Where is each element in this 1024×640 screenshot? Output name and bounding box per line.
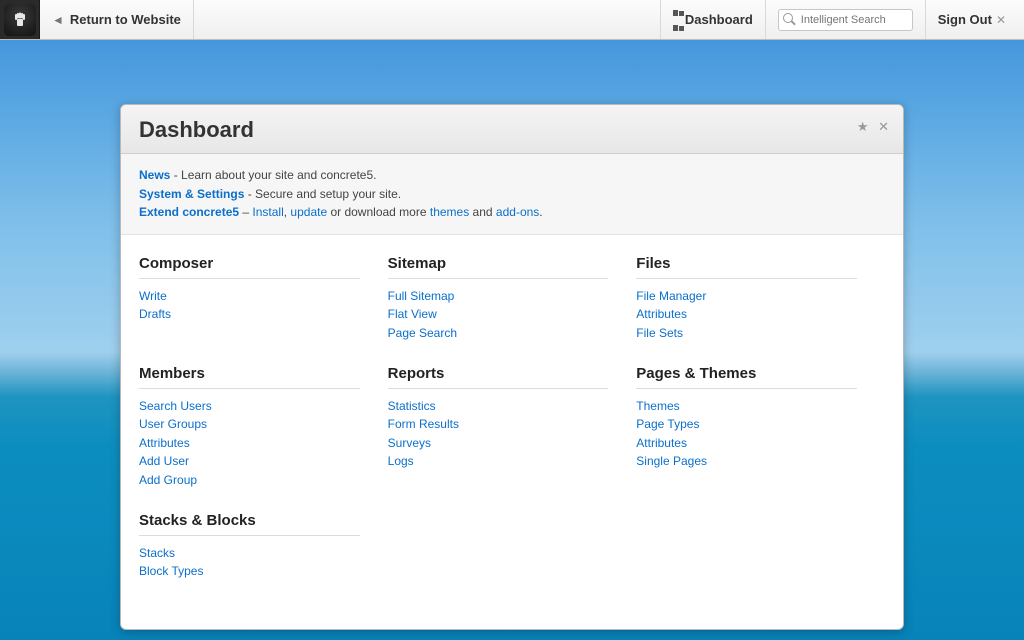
list-item: Attributes [636, 305, 857, 324]
list-item: Add Group [139, 471, 360, 490]
section-title: Sitemap [388, 255, 609, 279]
list-item: Logs [388, 452, 609, 471]
nav-link-write[interactable]: Write [139, 289, 167, 303]
dashboard-label: Dashboard [685, 12, 753, 27]
close-icon: ✕ [996, 13, 1006, 27]
nav-link-statistics[interactable]: Statistics [388, 399, 436, 413]
install-link[interactable]: Install [252, 205, 283, 219]
toolbar-spacer [194, 0, 660, 39]
return-to-website-link[interactable]: ◄ Return to Website [40, 0, 194, 39]
signout-label: Sign Out [938, 12, 992, 27]
news-link[interactable]: News [139, 168, 170, 182]
section-title: Reports [388, 365, 609, 389]
arrow-left-icon: ◄ [52, 13, 64, 27]
nav-link-add-group[interactable]: Add Group [139, 473, 197, 487]
panel-close-icon[interactable]: ✕ [878, 119, 889, 134]
intelligent-search-input[interactable] [778, 9, 913, 31]
nav-link-logs[interactable]: Logs [388, 454, 414, 468]
nav-link-attributes[interactable]: Attributes [636, 436, 687, 450]
nav-link-page-types[interactable]: Page Types [636, 417, 699, 431]
nav-link-file-manager[interactable]: File Manager [636, 289, 706, 303]
panel-body: Composer Write Drafts Sitemap Full Sitemap Fl… [121, 235, 903, 629]
dashboard-grid-icon [673, 5, 679, 35]
nav-link-user-groups[interactable]: User Groups [139, 417, 207, 431]
section-sitemap: Sitemap Full Sitemap Flat View Page Search [388, 255, 637, 343]
extend-concrete5-link[interactable]: Extend concrete5 [139, 205, 239, 219]
nav-link-add-user[interactable]: Add User [139, 454, 189, 468]
system-settings-link[interactable]: System & Settings [139, 187, 244, 201]
concrete5-logo-icon [4, 4, 36, 36]
addons-link[interactable]: add-ons [496, 205, 539, 219]
section-title: Files [636, 255, 857, 279]
list-item: Statistics [388, 397, 609, 416]
settings-text: - Secure and setup your site. [244, 187, 401, 201]
list-item: Block Types [139, 562, 360, 581]
search-cell [766, 0, 926, 39]
logo-cell[interactable] [0, 0, 40, 39]
section-composer: Composer Write Drafts [139, 255, 388, 343]
list-item: Page Types [636, 415, 857, 434]
nav-link-single-pages[interactable]: Single Pages [636, 454, 707, 468]
list-item: Form Results [388, 415, 609, 434]
nav-link-drafts[interactable]: Drafts [139, 307, 171, 321]
section-reports: Reports Statistics Form Results Surveys Logs [388, 365, 637, 490]
list-item: User Groups [139, 415, 360, 434]
news-text: - Learn about your site and concrete5. [170, 168, 376, 182]
themes-link[interactable]: themes [430, 205, 469, 219]
nav-link-block-types[interactable]: Block Types [139, 564, 203, 578]
favorite-star-icon[interactable]: ★ [857, 119, 869, 134]
list-item: Themes [636, 397, 857, 416]
list-item: Surveys [388, 434, 609, 453]
panel-subheader: News - Learn about your site and concret… [121, 154, 903, 235]
nav-link-stacks[interactable]: Stacks [139, 546, 175, 560]
nav-link-page-search[interactable]: Page Search [388, 326, 457, 340]
section-links: Stacks Block Types [139, 544, 360, 581]
section-title: Stacks & Blocks [139, 512, 360, 536]
list-item: Full Sitemap [388, 287, 609, 306]
section-files: Files File Manager Attributes File Sets [636, 255, 885, 343]
section-links: Statistics Form Results Surveys Logs [388, 397, 609, 471]
section-links: File Manager Attributes File Sets [636, 287, 857, 343]
section-stacks-blocks: Stacks & Blocks Stacks Block Types [139, 512, 388, 581]
section-links: Full Sitemap Flat View Page Search [388, 287, 609, 343]
top-toolbar: ◄ Return to Website Dashboard Sign Out ✕ [0, 0, 1024, 40]
panel-title: Dashboard [139, 117, 885, 143]
return-label: Return to Website [70, 12, 181, 27]
update-link[interactable]: update [290, 205, 327, 219]
list-item: Write [139, 287, 360, 306]
list-item: Add User [139, 452, 360, 471]
section-links: Write Drafts [139, 287, 360, 324]
dashboard-link[interactable]: Dashboard [660, 0, 766, 39]
list-item: Search Users [139, 397, 360, 416]
section-links: Search Users User Groups Attributes Add Use… [139, 397, 360, 490]
list-item: Page Search [388, 324, 609, 343]
section-title: Composer [139, 255, 360, 279]
search-icon [783, 13, 795, 25]
nav-link-themes[interactable]: Themes [636, 399, 679, 413]
list-item: Drafts [139, 305, 360, 324]
nav-link-file-sets[interactable]: File Sets [636, 326, 683, 340]
list-item: Single Pages [636, 452, 857, 471]
section-members: Members Search Users User Groups Attributes… [139, 365, 388, 490]
section-links: Themes Page Types Attributes Single Pages [636, 397, 857, 471]
list-item: Attributes [636, 434, 857, 453]
nav-link-attributes[interactable]: Attributes [139, 436, 190, 450]
nav-link-full-sitemap[interactable]: Full Sitemap [388, 289, 455, 303]
nav-link-attributes[interactable]: Attributes [636, 307, 687, 321]
nav-link-form-results[interactable]: Form Results [388, 417, 459, 431]
list-item: File Manager [636, 287, 857, 306]
list-item: Stacks [139, 544, 360, 563]
list-item: Attributes [139, 434, 360, 453]
section-title: Members [139, 365, 360, 389]
nav-link-surveys[interactable]: Surveys [388, 436, 431, 450]
panel-header: Dashboard ★ ✕ [121, 105, 903, 154]
section-title: Pages & Themes [636, 365, 857, 389]
dashboard-panel: Dashboard ★ ✕ News - Learn about your si… [120, 104, 904, 630]
list-item: File Sets [636, 324, 857, 343]
section-pages-themes: Pages & Themes Themes Page Types Attributes… [636, 365, 885, 490]
nav-link-flat-view[interactable]: Flat View [388, 307, 437, 321]
list-item: Flat View [388, 305, 609, 324]
sign-out-link[interactable]: Sign Out ✕ [926, 0, 1024, 39]
nav-link-search-users[interactable]: Search Users [139, 399, 212, 413]
